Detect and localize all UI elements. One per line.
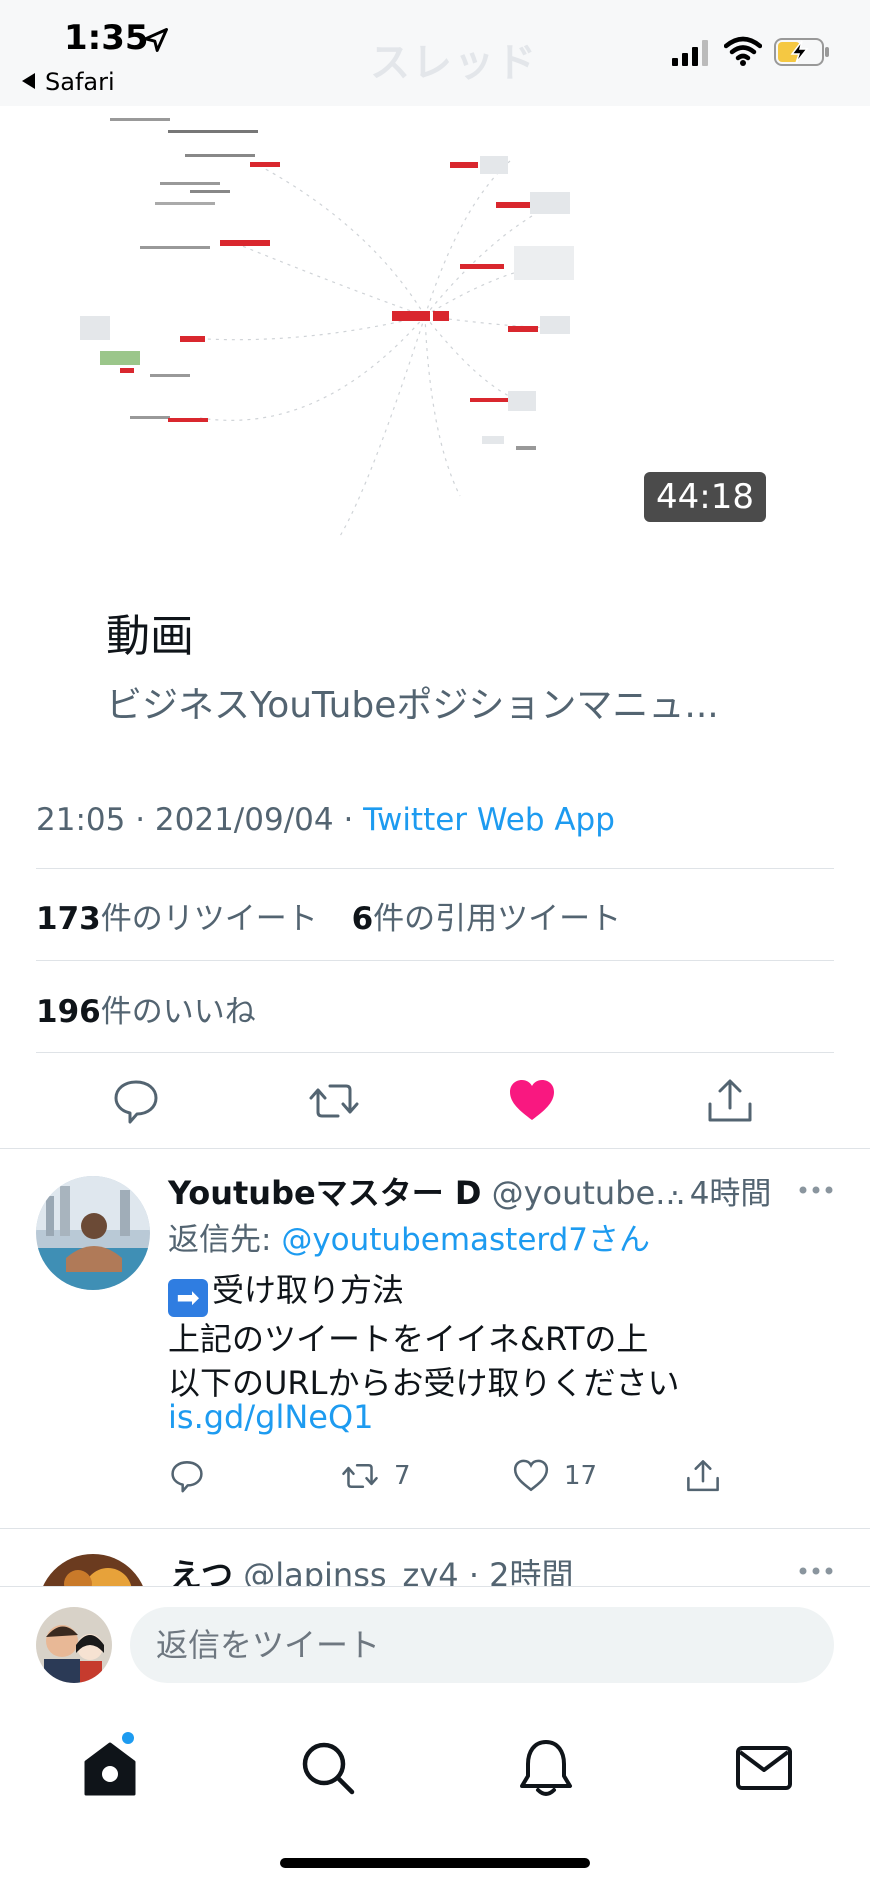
retweet-icon[interactable] <box>308 1076 360 1126</box>
divider <box>36 868 834 869</box>
reply-author-name: Youtubeマスター D <box>168 1174 482 1212</box>
home-icon[interactable] <box>78 1736 142 1800</box>
retweet-icon <box>342 1463 378 1489</box>
quotes-link[interactable]: 6件の引用ツイート <box>352 901 622 937</box>
reply-composer <box>0 1586 870 1706</box>
reply-reply-button[interactable] <box>168 1456 220 1496</box>
reply-author-handle: @youtube... <box>491 1174 686 1212</box>
battery-charging-icon <box>774 38 829 66</box>
tweet-meta: 21:05 · 2021/09/04 · Twitter Web App <box>36 802 615 838</box>
reply-action-bar: 7 17 <box>0 1456 870 1500</box>
reply-icon[interactable] <box>110 1076 162 1126</box>
reply-line-2: 上記のツイートをイイネ&RTの上 <box>168 1320 649 1358</box>
tweet-date: 2021/09/04 <box>154 802 334 838</box>
retweets-link[interactable]: 173件のリツイート <box>36 901 318 937</box>
nav-title: スレッド <box>370 40 538 86</box>
meta-separator: · <box>333 802 364 838</box>
divider <box>36 960 834 961</box>
reply-share-button[interactable] <box>684 1456 736 1496</box>
status-bar: スレッド 1:35 Safari <box>0 0 870 106</box>
cellular-signal-icon <box>672 40 708 66</box>
meta-separator: · <box>125 802 155 838</box>
likes-count: 196 <box>36 994 101 1030</box>
location-arrow-icon <box>144 28 168 52</box>
divider <box>36 1052 834 1053</box>
current-user-avatar[interactable] <box>36 1607 112 1683</box>
reply-input[interactable] <box>130 1607 834 1683</box>
reply-author[interactable]: Youtubeマスター D @youtube... <box>168 1168 686 1214</box>
avatar-image <box>36 1607 112 1683</box>
retweets-count: 173 <box>36 901 101 937</box>
reply-timestamp[interactable]: · 4時間 <box>670 1168 771 1213</box>
mail-icon[interactable] <box>732 1736 796 1800</box>
reply-like-count: 17 <box>564 1461 598 1491</box>
tweet-source-link[interactable]: Twitter Web App <box>363 802 615 838</box>
reply-retweet-button[interactable]: 7 <box>340 1456 411 1496</box>
home-indicator[interactable] <box>280 1858 590 1868</box>
back-to-safari-link[interactable]: Safari <box>22 68 115 96</box>
arrow-right-emoji-icon: ➡ <box>168 1279 208 1317</box>
likes-link[interactable]: 196件のいいね <box>36 986 256 1031</box>
reply-to-line: 返信先: @youtubemasterd7さん <box>168 1214 650 1259</box>
reply-to-user-link[interactable]: @youtubemasterd7さん <box>281 1222 650 1258</box>
wifi-icon <box>724 36 762 66</box>
more-icon[interactable] <box>798 1185 834 1195</box>
reply-url-link[interactable]: is.gd/glNeQ1 <box>168 1398 374 1436</box>
bell-icon[interactable] <box>514 1736 578 1800</box>
avatar-image <box>36 1176 150 1290</box>
search-icon[interactable] <box>296 1736 360 1800</box>
more-icon[interactable] <box>798 1566 834 1576</box>
heart-filled-icon[interactable] <box>506 1076 558 1126</box>
heart-icon <box>513 1459 549 1492</box>
tweet-action-bar <box>0 1054 870 1148</box>
reply-text-line-1: ➡ 受け取り方法 <box>168 1268 680 1317</box>
reply-like-button[interactable]: 17 <box>512 1456 597 1496</box>
back-triangle-icon <box>22 73 35 89</box>
reply-icon <box>171 1461 203 1493</box>
quotes-count: 6 <box>351 901 374 937</box>
share-icon[interactable] <box>704 1076 756 1126</box>
video-duration-badge: 44:18 <box>644 472 766 522</box>
likes-label: 件のいいね <box>100 994 256 1030</box>
reply-text: ➡ 受け取り方法 上記のツイートをイイネ&RTの上 以下のURLからお受け取りくだ… <box>168 1268 680 1405</box>
status-time: 1:35 <box>64 18 149 58</box>
reply-line-1: 受け取り方法 <box>212 1271 405 1309</box>
share-icon <box>687 1460 719 1492</box>
divider <box>0 1528 870 1529</box>
divider <box>0 1148 870 1149</box>
quotes-label: 件の引用ツイート <box>373 901 622 937</box>
reply-retweet-count: 7 <box>394 1461 411 1491</box>
back-label: Safari <box>45 68 115 96</box>
bottom-tab-bar <box>0 1706 870 1883</box>
card-description[interactable]: ビジネスYouTubeポジションマニュ... <box>106 676 719 728</box>
card-title[interactable]: 動画 <box>106 600 194 664</box>
home-notification-dot <box>122 1732 134 1744</box>
tweet-time: 21:05 <box>36 802 126 838</box>
retweet-stats: 173件のリツイート 6件の引用ツイート <box>36 893 621 938</box>
avatar[interactable] <box>36 1176 150 1290</box>
reply-to-label: 返信先: <box>168 1222 282 1258</box>
retweets-label: 件のリツイート <box>100 901 318 937</box>
